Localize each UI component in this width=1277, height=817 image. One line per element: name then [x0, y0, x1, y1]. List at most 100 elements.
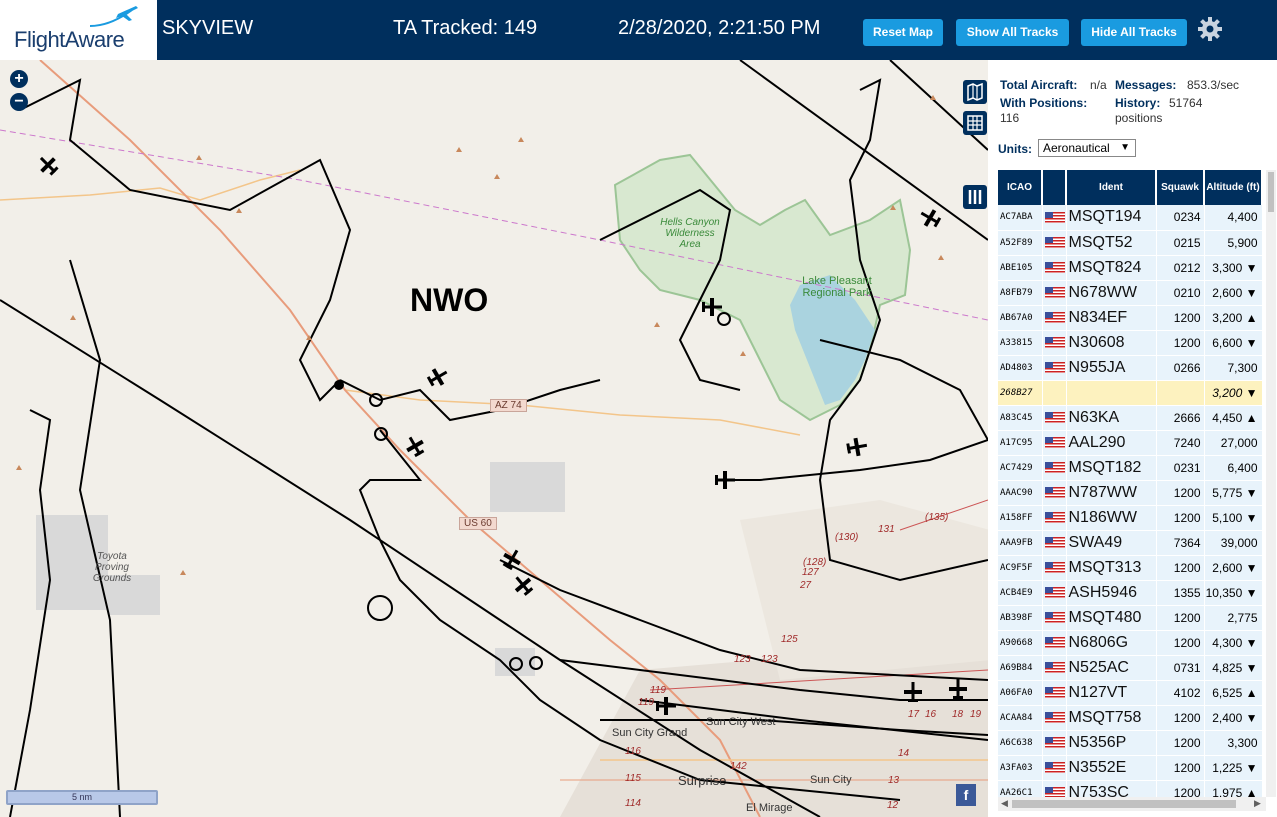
route-number: 119 [650, 685, 666, 696]
altitude-cell: 2,600 ▼ [1204, 555, 1263, 581]
aircraft-icon[interactable] [403, 434, 427, 458]
aircraft-icon[interactable] [426, 365, 450, 389]
squawk-cell: 0234 [1156, 205, 1205, 231]
table-row[interactable]: A52F89 MSQT52 0215 5,900 [998, 230, 1263, 256]
table-row[interactable]: A8FB79 N678WW 0210 2,600 ▼ [998, 280, 1263, 306]
route-number: 116 [625, 746, 641, 757]
aircraft-icon[interactable] [36, 153, 60, 177]
aircraft-icon[interactable] [845, 435, 869, 459]
table-row[interactable]: AB398F MSQT480 1200 2,775 [998, 605, 1263, 631]
altitude-cell: 1,225 ▼ [1204, 755, 1263, 781]
map-view[interactable]: NWO Hells Canyon Wilderness Area Lake Pl… [0, 60, 988, 817]
table-row[interactable]: A90668 N6806G 1200 4,300 ▼ [998, 630, 1263, 656]
column-header-altitude[interactable]: Altitude (ft) [1204, 170, 1263, 205]
table-row[interactable]: AC7429 MSQT182 0231 6,400 [998, 455, 1263, 481]
grid-icon[interactable] [963, 111, 987, 135]
table-row[interactable]: A69B84 N525AC 0731 4,825 ▼ [998, 655, 1263, 681]
squawk-cell: 1200 [1156, 730, 1205, 756]
flag-cell [1042, 430, 1067, 456]
squawk-cell: 4102 [1156, 680, 1205, 706]
route-number: 119 [638, 697, 654, 708]
hide-all-tracks-button[interactable]: Hide All Tracks [1081, 19, 1187, 46]
route-number: 18 [952, 709, 964, 720]
table-row[interactable]: ACAA84 MSQT758 1200 2,400 ▼ [998, 705, 1263, 731]
table-row[interactable]: AC7ABA MSQT194 0234 4,400 [998, 205, 1263, 231]
route-number: 123 [761, 654, 778, 665]
table-row[interactable]: AAAC90 N787WW 1200 5,775 ▼ [998, 480, 1263, 506]
table-row[interactable]: A158FF N186WW 1200 5,100 ▼ [998, 505, 1263, 531]
dropdown-arrow-icon: ▼ [1120, 142, 1130, 153]
us-flag-icon [1044, 761, 1065, 773]
altitude-cell: 3,300 [1204, 730, 1263, 756]
zoom-out-button[interactable]: − [10, 93, 28, 111]
aircraft-icon[interactable] [654, 694, 678, 718]
table-vertical-scrollbar[interactable] [1266, 170, 1276, 797]
flag-cell [1042, 405, 1067, 431]
table-row[interactable]: A83C45 N63KA 2666 4,450 ▲ [998, 405, 1263, 431]
columns-icon[interactable] [963, 185, 987, 209]
icao-cell: A06FA0 [998, 680, 1043, 706]
aircraft-icon[interactable] [713, 468, 737, 492]
table-row[interactable]: AAA9FB SWA49 7364 39,000 [998, 530, 1263, 556]
us-flag-icon [1044, 286, 1065, 298]
flag-cell [1042, 755, 1067, 781]
squawk-cell: 0215 [1156, 230, 1205, 256]
route-number: 19 [970, 709, 982, 720]
aircraft-icon[interactable] [901, 680, 925, 704]
map-canvas [0, 60, 988, 817]
map-layers-icon[interactable] [963, 80, 987, 104]
altitude-cell: 4,825 ▼ [1204, 655, 1263, 681]
squawk-cell: 0212 [1156, 255, 1205, 281]
units-select[interactable]: Aeronautical ▼ [1038, 139, 1136, 157]
table-row[interactable]: ABE105 MSQT824 0212 3,300 ▼ [998, 255, 1263, 281]
aircraft-icon[interactable] [918, 206, 942, 230]
place-sun-city-west: Sun City West [706, 716, 776, 728]
gear-icon[interactable] [1197, 16, 1223, 42]
ident-cell: N63KA [1066, 405, 1157, 431]
table-row[interactable]: AC9F5F MSQT313 1200 2,600 ▼ [998, 555, 1263, 581]
route-number: 114 [625, 798, 641, 809]
reset-map-button[interactable]: Reset Map [863, 19, 943, 46]
table-row[interactable]: AB67A0 N834EF 1200 3,200 ▲ [998, 305, 1263, 331]
us-flag-icon [1044, 686, 1065, 698]
altitude-cell: 6,525 ▲ [1204, 680, 1263, 706]
flag-cell [1042, 255, 1067, 281]
flightaware-logo[interactable]: FlightAware [0, 0, 157, 60]
column-header-squawk[interactable]: Squawk [1156, 170, 1205, 205]
route-number: 115 [625, 773, 641, 784]
table-row[interactable]: A33815 N30608 1200 6,600 ▼ [998, 330, 1263, 356]
aircraft-icon[interactable] [700, 295, 724, 319]
aircraft-icon[interactable] [511, 573, 535, 597]
aircraft-icon[interactable] [500, 547, 524, 571]
table-row[interactable]: A17C95 AAL290 7240 27,000 [998, 430, 1263, 456]
table-row[interactable]: ACB4E9 ASH5946 1355 10,350 ▼ [998, 580, 1263, 606]
us-flag-icon [1044, 736, 1065, 748]
altitude-cell: 5,100 ▼ [1204, 505, 1263, 531]
us-flag-icon [1044, 661, 1065, 673]
squawk-cell: 0266 [1156, 355, 1205, 381]
table-row[interactable]: A3FA03 N3552E 1200 1,225 ▼ [998, 755, 1263, 781]
ident-cell: ASH5946 [1066, 580, 1157, 606]
total-aircraft-label: Total Aircraft: [1000, 78, 1078, 92]
column-header-ident[interactable]: Ident [1066, 170, 1157, 205]
table-row[interactable]: A06FA0 N127VT 4102 6,525 ▲ [998, 680, 1263, 706]
icao-cell: ACB4E9 [998, 580, 1043, 606]
icao-cell: A17C95 [998, 430, 1043, 456]
table-row[interactable]: AD4803 N955JA 0266 7,300 [998, 355, 1263, 381]
column-header-flag[interactable] [1042, 170, 1067, 205]
squawk-cell: 1200 [1156, 330, 1205, 356]
datetime-display: 2/28/2020, 2:21:50 PM [618, 17, 821, 39]
table-horizontal-scrollbar[interactable]: ◀ ▶ [998, 797, 1266, 811]
facebook-icon[interactable]: f [956, 784, 976, 806]
zoom-in-button[interactable]: + [10, 70, 28, 88]
route-number: (135) [925, 512, 949, 523]
column-header-icao[interactable]: ICAO [998, 170, 1043, 205]
icao-cell: 268B27 [998, 380, 1043, 406]
icao-cell: A90668 [998, 630, 1043, 656]
show-all-tracks-button[interactable]: Show All Tracks [956, 19, 1069, 46]
table-row[interactable]: A6C638 N5356P 1200 3,300 [998, 730, 1263, 756]
table-row[interactable]: 268B27 3,200 ▼ [998, 380, 1263, 406]
scroll-left-icon[interactable]: ◀ [1001, 798, 1008, 809]
scroll-right-icon[interactable]: ▶ [1254, 798, 1261, 809]
aircraft-icon[interactable] [946, 677, 970, 701]
